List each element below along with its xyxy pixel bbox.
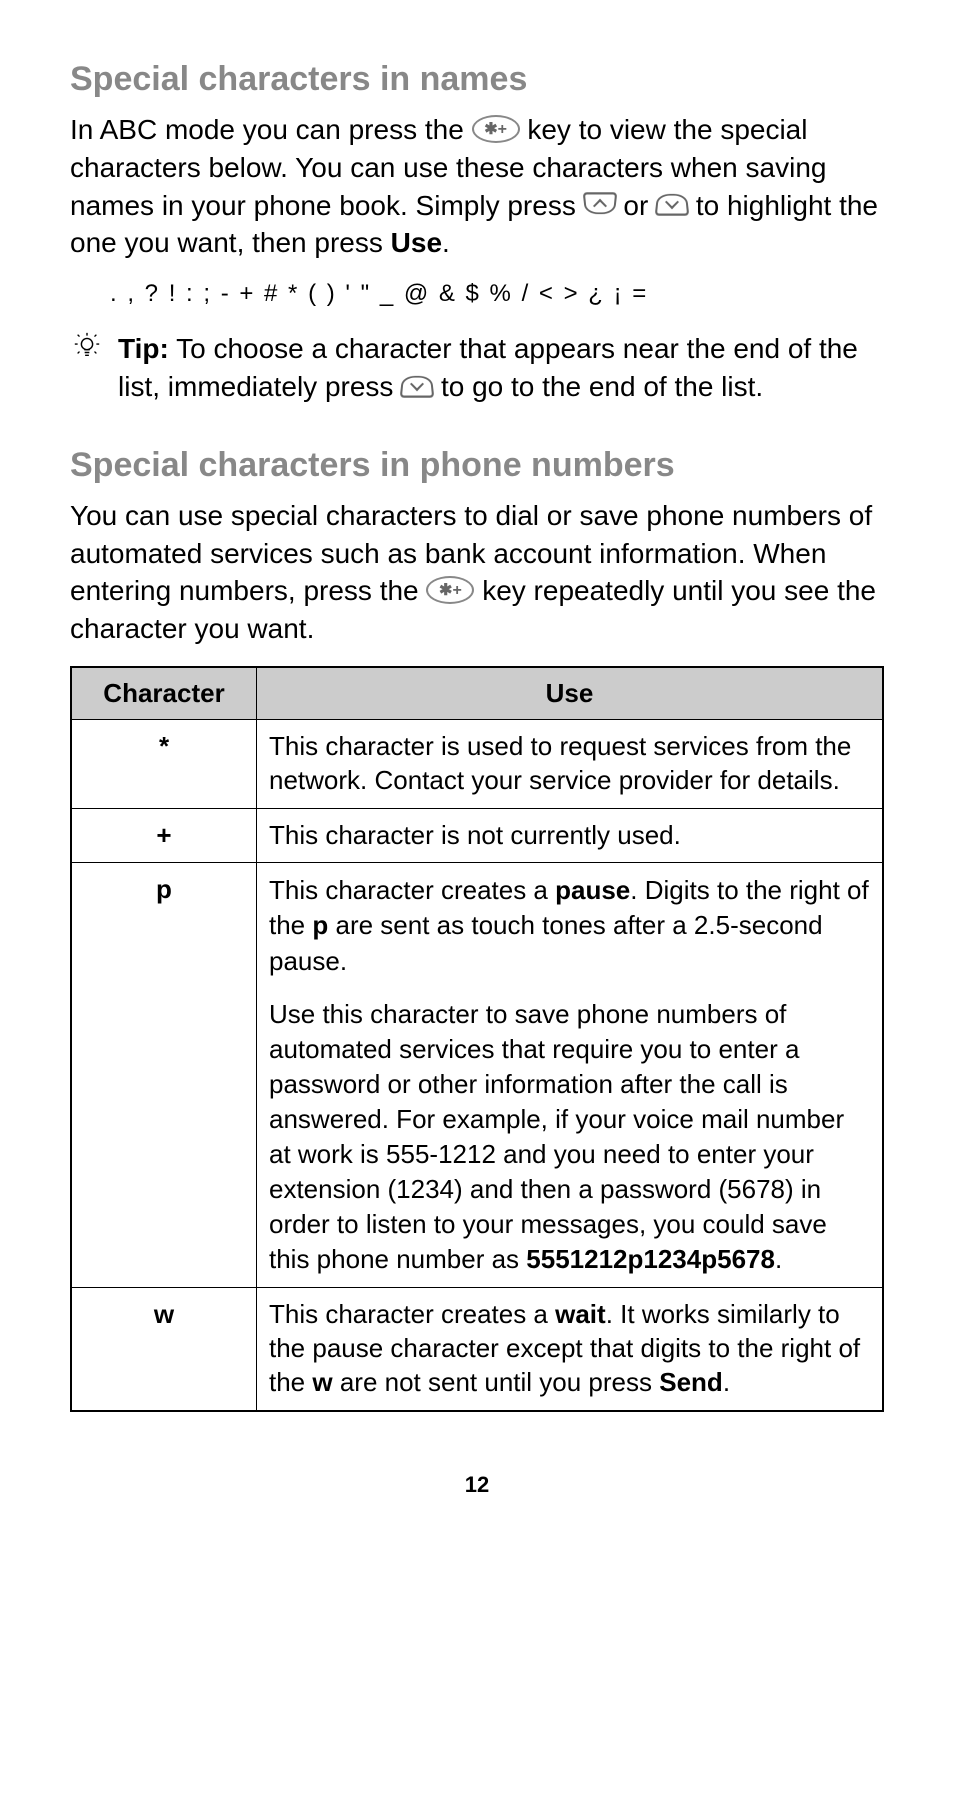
- text-fragment: .: [442, 227, 450, 258]
- nav-down-key-icon: [655, 194, 690, 216]
- use-cell: This character creates a pause. Digits t…: [257, 863, 884, 1288]
- page-number: 12: [70, 1472, 884, 1498]
- star-key-icon: ✱+: [426, 576, 474, 604]
- star-key-label: ✱+: [484, 121, 507, 138]
- text-bold: 5551212p1234p5678: [526, 1244, 775, 1274]
- table-row: p This character creates a pause. Digits…: [71, 863, 883, 1288]
- table-row: w This character creates a wait. It work…: [71, 1288, 883, 1411]
- text-bold: wait: [555, 1299, 606, 1329]
- tip-text: Tip: To choose a character that appears …: [118, 330, 884, 406]
- text-fragment: This character creates a: [269, 875, 555, 905]
- tip-block: Tip: To choose a character that appears …: [70, 330, 884, 406]
- para-names-intro: In ABC mode you can press the ✱+ key to …: [70, 111, 884, 262]
- tip-lightbulb-icon: [70, 330, 104, 406]
- star-key-icon: ✱+: [472, 115, 520, 143]
- text-bold: p: [312, 910, 328, 940]
- char-cell: +: [71, 808, 257, 863]
- text-fragment: to go to the end of the list.: [433, 371, 763, 402]
- star-key-label: ✱+: [439, 582, 462, 599]
- col-header-use: Use: [257, 667, 884, 720]
- text-fragment: or: [616, 190, 656, 221]
- text-bold: Send: [659, 1367, 723, 1397]
- text-fragment: Use this character to save phone numbers…: [269, 999, 844, 1275]
- text-bold: pause: [555, 875, 630, 905]
- table-row: + This character is not currently used.: [71, 808, 883, 863]
- heading-special-chars-numbers: Special characters in phone numbers: [70, 446, 884, 485]
- text-bold: w: [312, 1367, 332, 1397]
- nav-down-key-icon: [400, 375, 435, 397]
- nav-up-key-icon: [582, 192, 617, 214]
- tip-label: Tip:: [118, 333, 169, 364]
- use-label: Use: [391, 227, 442, 258]
- char-cell: p: [71, 863, 257, 1288]
- table-row: * This character is used to request serv…: [71, 719, 883, 808]
- table-header-row: Character Use: [71, 667, 883, 720]
- use-cell: This character creates a wait. It works …: [257, 1288, 884, 1411]
- text-fragment: In ABC mode you can press the: [70, 114, 472, 145]
- special-chars-list: . , ? ! : ; - + # * ( ) ' " _ @ & $ % / …: [110, 280, 884, 308]
- text-fragment: are sent as touch tones after a 2.5-seco…: [269, 910, 823, 975]
- use-cell: This character is not currently used.: [257, 808, 884, 863]
- char-cell: *: [71, 719, 257, 808]
- col-header-character: Character: [71, 667, 257, 720]
- use-cell: This character is used to request servic…: [257, 719, 884, 808]
- heading-special-chars-names: Special characters in names: [70, 60, 884, 99]
- special-chars-table: Character Use * This character is used t…: [70, 666, 884, 1412]
- char-cell: w: [71, 1288, 257, 1411]
- text-fragment: .: [723, 1367, 730, 1397]
- text-fragment: This character creates a: [269, 1299, 555, 1329]
- para-numbers-intro: You can use special characters to dial o…: [70, 497, 884, 648]
- text-fragment: .: [775, 1244, 782, 1274]
- text-fragment: are not sent until you press: [333, 1367, 660, 1397]
